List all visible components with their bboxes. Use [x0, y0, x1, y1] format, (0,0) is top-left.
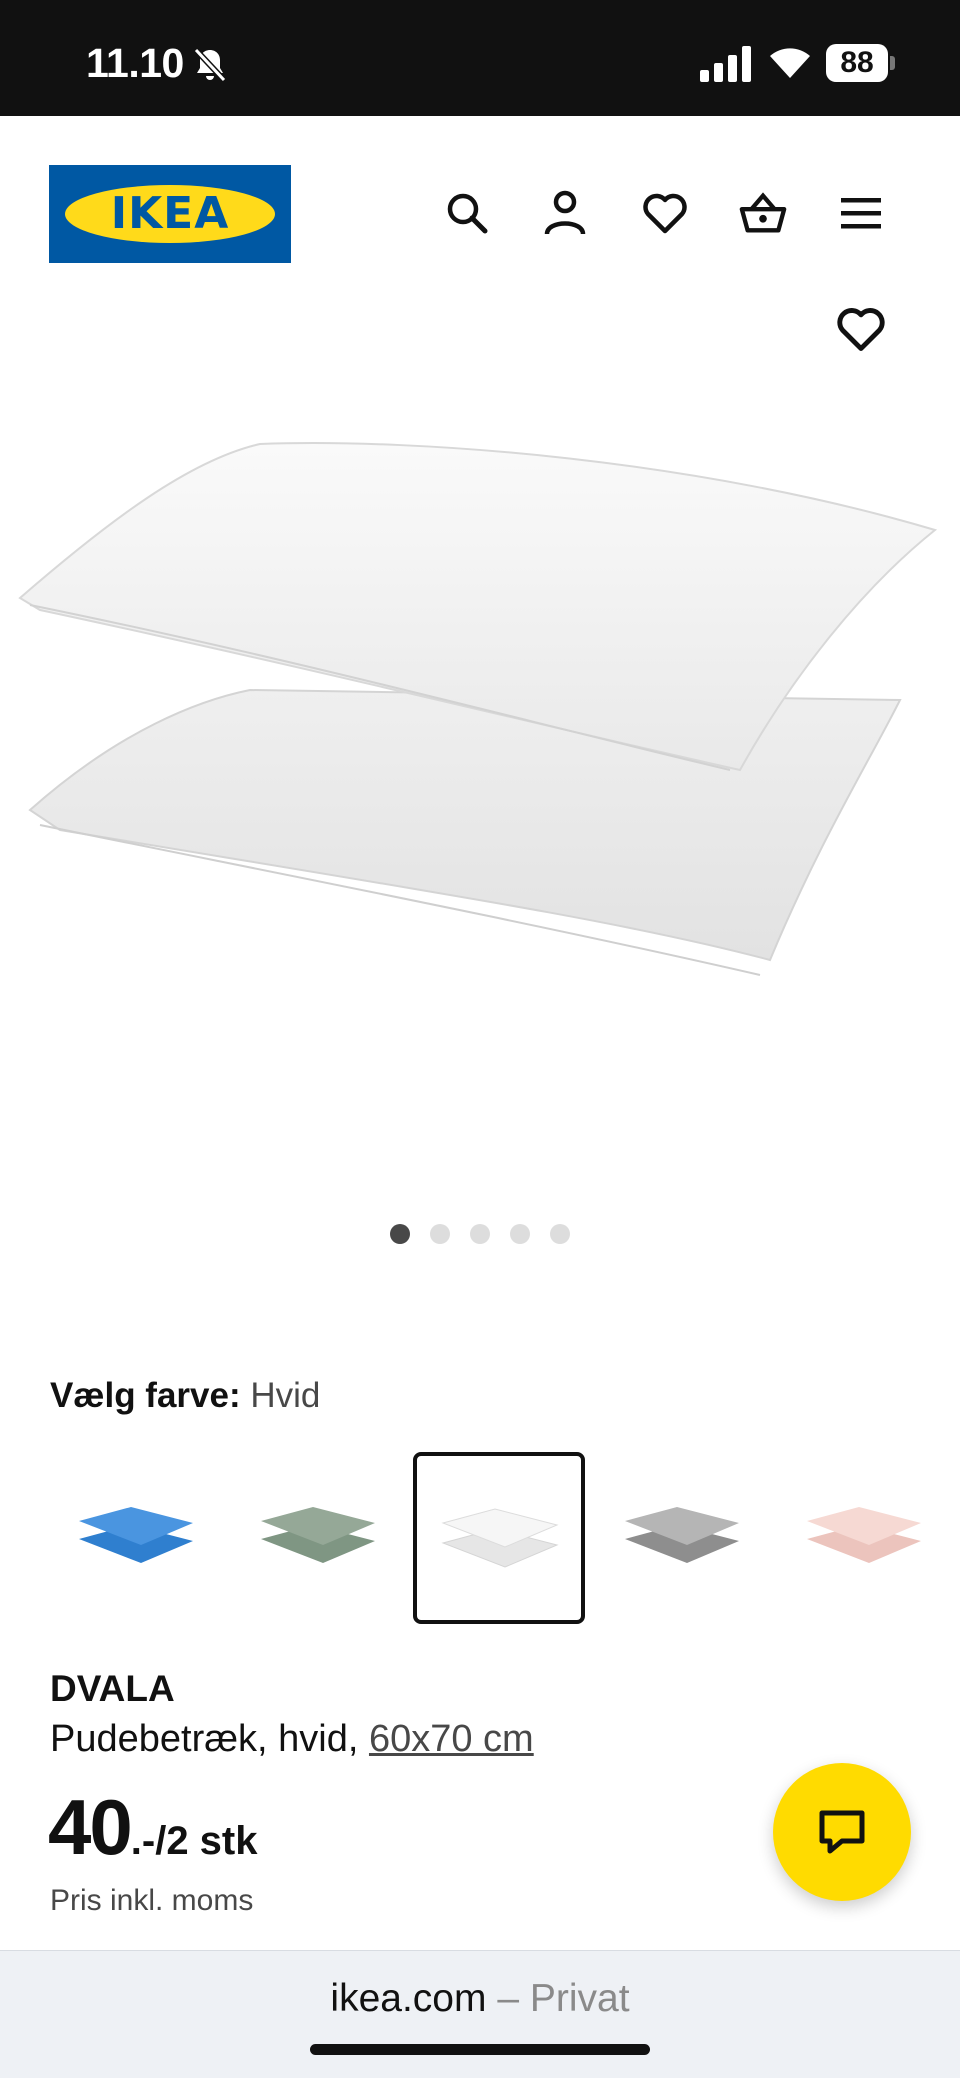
status-bar: 11.10 88	[0, 0, 960, 116]
price-suffix: .-/2 stk	[130, 1819, 258, 1863]
product-price: 40.-/2 stk	[48, 1782, 257, 1873]
search-icon[interactable]	[442, 188, 492, 238]
color-label-title: Vælg farve:	[50, 1376, 241, 1415]
browsing-mode: Privat	[529, 1977, 630, 2020]
logo-text: IKEA	[110, 188, 230, 239]
battery-percent: 88	[840, 46, 874, 79]
chat-button[interactable]	[773, 1763, 911, 1901]
site-header: IKEA	[0, 116, 960, 316]
gallery-dot[interactable]	[510, 1224, 530, 1244]
home-indicator[interactable]	[310, 2044, 650, 2055]
browser-url-bar[interactable]: ikea.com – Privat	[0, 1950, 960, 2078]
product-name: DVALA	[50, 1668, 175, 1709]
product-size-link[interactable]: 60x70 cm	[369, 1718, 534, 1760]
gallery-pagination	[390, 1224, 570, 1244]
gallery-dot[interactable]	[390, 1224, 410, 1244]
color-selected-value: Hvid	[250, 1376, 321, 1415]
shopping-basket-icon[interactable]	[738, 188, 788, 238]
menu-icon[interactable]	[836, 188, 886, 238]
product-description: Pudebetræk, hvid, 60x70 cm	[50, 1718, 534, 1761]
swatch-white[interactable]	[413, 1452, 585, 1624]
swatch-pink[interactable]	[777, 1452, 949, 1624]
product-description-text: Pudebetræk, hvid,	[50, 1718, 359, 1760]
wifi-icon	[770, 48, 810, 78]
product-image[interactable]	[0, 400, 960, 1050]
gallery-dot[interactable]	[430, 1224, 450, 1244]
status-time: 11.10	[86, 40, 184, 86]
add-to-favorites-heart-icon[interactable]	[836, 306, 886, 356]
color-label: Vælg farve: Hvid	[50, 1376, 320, 1416]
swatch-blue[interactable]	[49, 1452, 221, 1624]
chat-bubble-icon	[819, 1810, 865, 1854]
url-separator: –	[486, 1977, 530, 2020]
url-domain: ikea.com	[330, 1977, 487, 2020]
gallery-dot[interactable]	[550, 1224, 570, 1244]
price-integer: 40	[48, 1783, 133, 1871]
price-note: Pris inkl. moms	[50, 1884, 254, 1917]
bell-mute-icon	[193, 47, 227, 83]
gallery-dot[interactable]	[470, 1224, 490, 1244]
swatch-green[interactable]	[231, 1452, 403, 1624]
ikea-logo[interactable]: IKEA	[49, 165, 291, 263]
battery-icon: 88	[826, 44, 896, 82]
swatch-grey[interactable]	[595, 1452, 767, 1624]
favorites-heart-icon[interactable]	[640, 188, 690, 238]
signal-icon	[700, 46, 751, 82]
url-text: ikea.com – Privat	[0, 1977, 960, 2021]
account-icon[interactable]	[540, 188, 590, 238]
